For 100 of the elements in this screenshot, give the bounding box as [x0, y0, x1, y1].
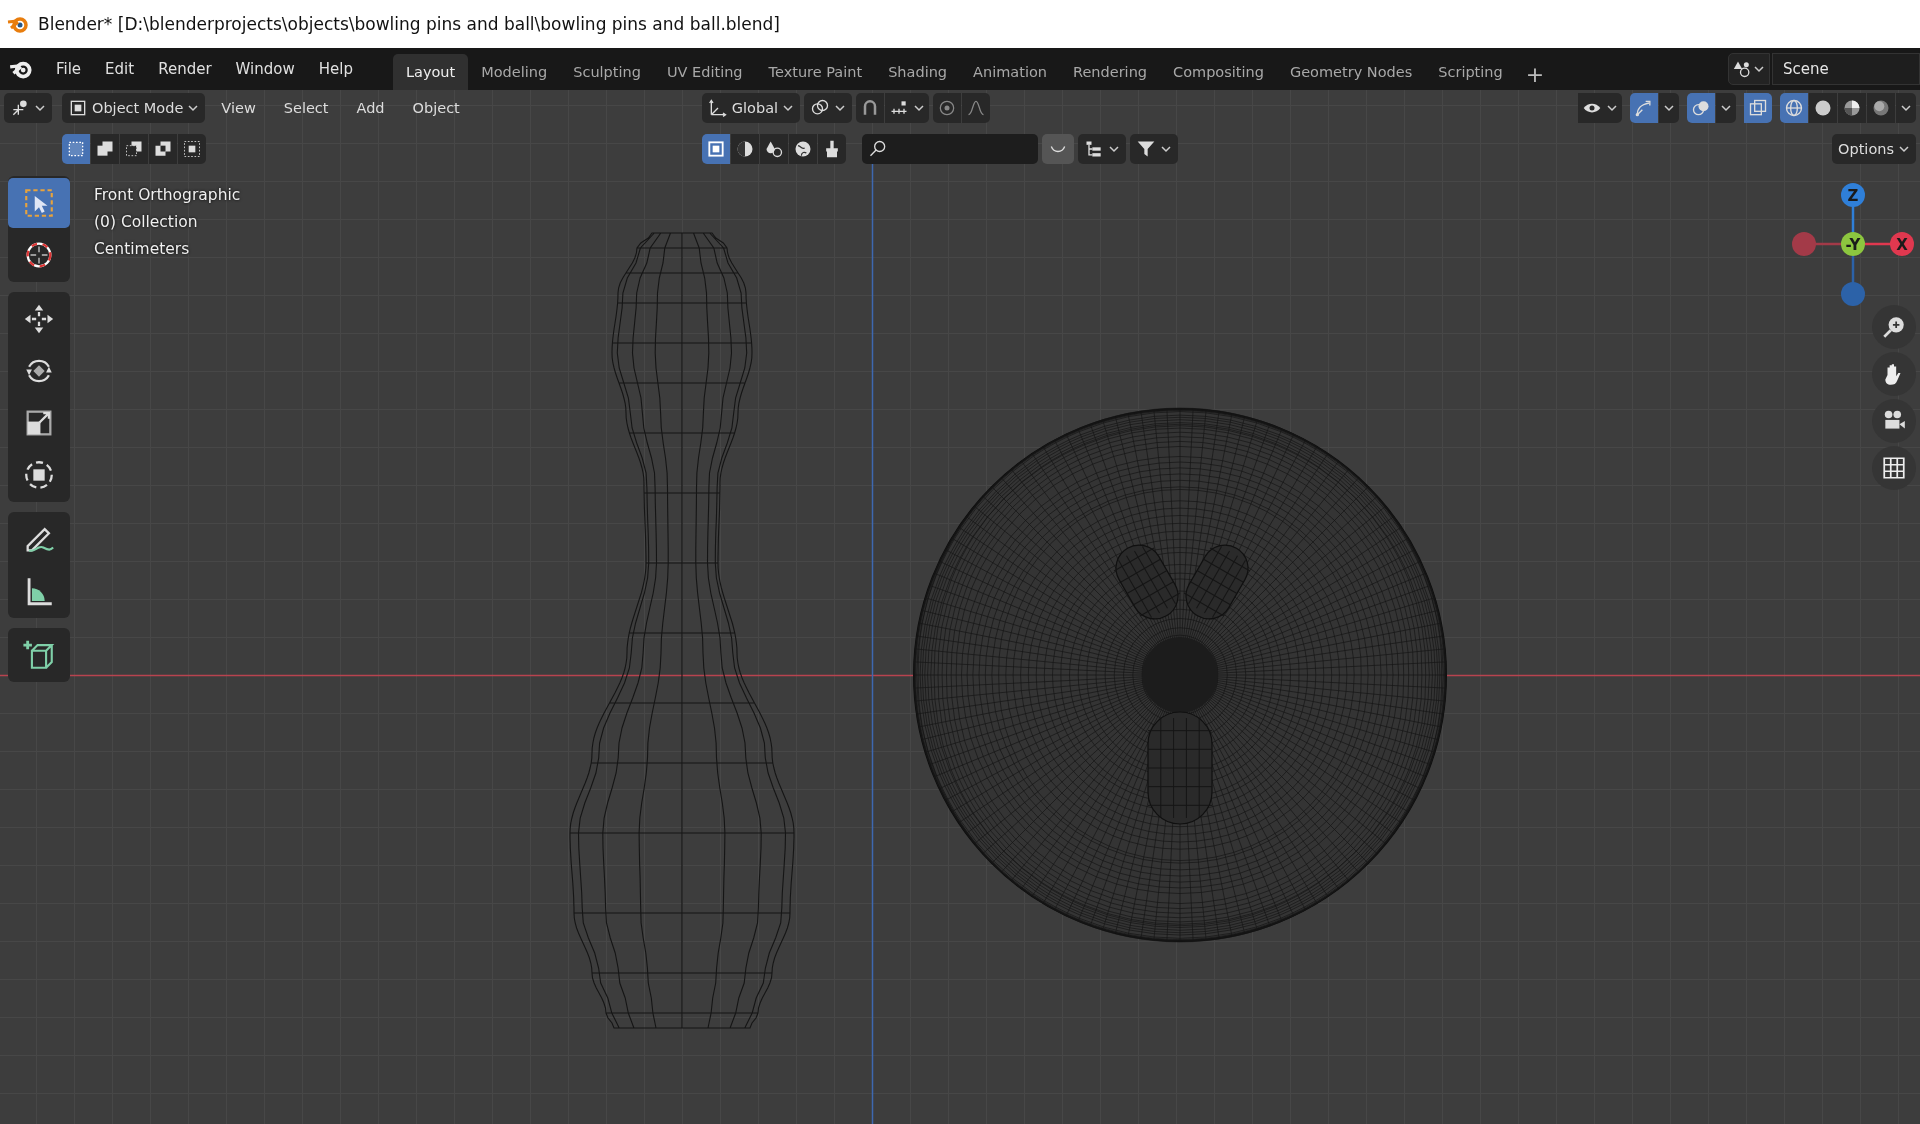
menu-item[interactable]: Window	[223, 56, 307, 82]
workspace-tab[interactable]: Rendering	[1060, 54, 1161, 90]
viewport-info-text: Centimeters	[94, 240, 191, 258]
overlay-toggle[interactable]	[1687, 93, 1715, 123]
shading-mode-button[interactable]	[1867, 93, 1895, 123]
overlapping-circles-icon	[1691, 98, 1711, 118]
workspace-tab[interactable]: Modeling	[468, 54, 561, 90]
selection-mode-button[interactable]	[149, 134, 177, 164]
chevron-icon	[834, 102, 847, 114]
proportional-edit-toggle[interactable]	[933, 93, 962, 123]
chevron-icon	[1900, 102, 1912, 114]
menu-item[interactable]: Object	[400, 100, 472, 116]
chevron-icon	[1753, 63, 1765, 75]
menu-item[interactable]: Edit	[93, 56, 147, 82]
curve-button[interactable]	[1042, 134, 1074, 164]
select-intersect-icon	[182, 139, 202, 159]
menu-item[interactable]: Render	[146, 56, 224, 82]
filter-dropdown[interactable]	[1130, 134, 1178, 164]
selection-mode-button[interactable]	[178, 134, 206, 164]
material-shading-icon	[1842, 98, 1862, 118]
workspace-tab[interactable]: Compositing	[1160, 54, 1277, 90]
overlapping-squares-icon	[1748, 98, 1768, 118]
axis-handle[interactable]	[1841, 282, 1865, 306]
axes-icon	[10, 98, 30, 118]
shading-mode-button[interactable]	[1809, 93, 1837, 123]
xray-toggle[interactable]	[1744, 93, 1772, 123]
scene-selector-button[interactable]	[1728, 53, 1770, 85]
chevron-icon	[1606, 102, 1618, 114]
selection-mode-button[interactable]	[120, 134, 148, 164]
pan-navigation-button[interactable]	[1872, 352, 1916, 396]
transform-icon	[22, 458, 56, 492]
chevron-icon	[1663, 102, 1675, 114]
gizmo-arrows-icon	[1634, 98, 1654, 118]
menu-item[interactable]: Help	[306, 56, 365, 82]
half-circle-icon	[735, 139, 755, 159]
axis-handle[interactable]: Z	[1841, 183, 1865, 207]
workspace-tab[interactable]: Geometry Nodes	[1276, 54, 1426, 90]
workspace-tab[interactable]: Texture Paint	[755, 54, 876, 90]
workspace-tab[interactable]: Scripting	[1425, 54, 1516, 90]
filter-toggle[interactable]	[731, 134, 759, 164]
rendered-shading-icon	[1871, 98, 1891, 118]
select-subtract-icon	[124, 139, 144, 159]
magnifier-plus-icon	[1881, 314, 1907, 340]
menu-item[interactable]: Add	[344, 100, 397, 116]
orientation-icon	[707, 98, 728, 118]
gizmo-toggle[interactable]	[1630, 93, 1658, 123]
orientation-dropdown[interactable]: Global	[701, 93, 801, 123]
workspace-tab[interactable]: Animation	[960, 54, 1060, 90]
visibility-dropdown[interactable]	[1578, 93, 1622, 123]
workspace-tab[interactable]: Shading	[875, 54, 961, 90]
menu-item[interactable]: View	[209, 100, 268, 116]
pivot-dropdown[interactable]	[804, 93, 853, 123]
workspace-tab[interactable]: UV Editing	[653, 54, 756, 90]
falloff-curve-icon	[966, 98, 987, 118]
square-icon	[706, 139, 726, 159]
chevron-icon	[1108, 143, 1120, 155]
chevron-icon	[782, 102, 795, 114]
camera-navigation-button[interactable]	[1872, 399, 1916, 443]
object-mode-icon	[68, 98, 88, 118]
workspace-tab[interactable]: Sculpting	[560, 54, 654, 90]
grid-navigation-button[interactable]	[1872, 446, 1916, 490]
chevron-icon	[1160, 143, 1172, 155]
chevron-icon	[1720, 102, 1732, 114]
dropdown-button[interactable]	[1716, 93, 1736, 123]
filter-toggle[interactable]	[760, 134, 788, 164]
axis-handle[interactable]: -Y	[1841, 232, 1865, 256]
search-field[interactable]	[862, 134, 1038, 164]
scene-name-field[interactable]: Scene	[1772, 53, 1920, 85]
chevron-icon	[187, 102, 200, 114]
shading-mode-button[interactable]	[1838, 93, 1866, 123]
zoom-navigation-button[interactable]	[1872, 305, 1916, 349]
hierarchy-icon	[1084, 139, 1104, 159]
falloff-dropdown[interactable]	[962, 93, 991, 123]
snap-toggle[interactable]	[856, 93, 885, 123]
workspace-tab[interactable]: Layout	[392, 54, 469, 90]
chevron-icon	[34, 102, 46, 114]
select-difference-icon	[153, 139, 173, 159]
dropdown-button[interactable]	[1896, 93, 1916, 123]
hierarchy-dropdown[interactable]	[1078, 134, 1126, 164]
add-cube-icon	[22, 638, 56, 672]
mode-dropdown[interactable]: Object Mode	[62, 93, 206, 123]
filter-toggle[interactable]	[702, 134, 730, 164]
options-dropdown[interactable]: Options	[1832, 134, 1916, 164]
editor-type-button[interactable]	[4, 93, 52, 123]
menu-item[interactable]: Select	[271, 100, 341, 116]
viewport-info-text: Front Orthographic	[94, 186, 241, 204]
viewport-info-text: (0) Collection	[94, 213, 199, 231]
selection-mode-button[interactable]	[91, 134, 119, 164]
filter-toggle[interactable]	[818, 134, 846, 164]
dropdown-button[interactable]	[1659, 93, 1679, 123]
filter-toggle[interactable]	[789, 134, 817, 164]
snap-target-dropdown[interactable]	[885, 93, 930, 123]
window-title: Blender* [D:\blenderprojects\objects\bowling pins and ball\bowling pins and ball.blend]	[38, 14, 780, 34]
add-workspace-button[interactable]: +	[1515, 62, 1555, 87]
select-set-icon	[66, 139, 86, 159]
axis-handle[interactable]: X	[1890, 232, 1914, 256]
menu-item[interactable]: File	[44, 56, 94, 82]
chevron-icon	[913, 102, 926, 114]
globe-icon	[793, 139, 813, 159]
axis-handle[interactable]	[1792, 232, 1816, 256]
